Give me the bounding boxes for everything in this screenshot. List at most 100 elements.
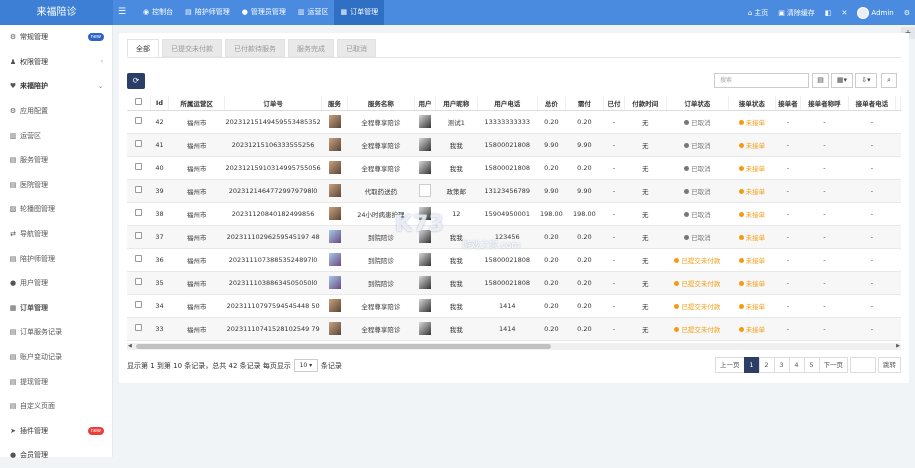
brand-logo[interactable]: 来福陪诊 [0,0,113,25]
service-thumbnail[interactable] [328,161,341,174]
row-checkbox-cell[interactable] [127,294,151,318]
topnav-item[interactable]: ▤ 陪护师管理 [179,0,236,25]
service-thumbnail[interactable] [328,299,341,312]
service-thumbnail[interactable] [328,184,341,197]
page-button[interactable]: 2 [758,357,775,373]
page-button[interactable]: 1 [743,357,760,373]
row-checkbox[interactable] [135,255,143,262]
sidebar-item[interactable]: ▤ 服务管理 [0,148,112,173]
row-checkbox-cell[interactable] [127,110,151,134]
jump-button[interactable]: 跳转 [878,357,901,373]
row-checkbox-cell[interactable] [127,225,151,249]
sidebar-item[interactable]: ▤ 医院管理 [0,173,112,198]
row-checkbox-cell[interactable] [127,133,151,157]
sidebar-item[interactable]: ▤ 自定义页面 [0,394,112,419]
advanced-search-button[interactable]: ⌕ [881,73,897,88]
sidebar-item[interactable]: ♥ 来福陪护 ⌄ [0,74,112,99]
sidebar-item[interactable]: ⚙ 常规管理 new [0,25,112,50]
language-button[interactable]: ◧ [820,9,837,17]
page-button[interactable]: 5 [803,357,820,373]
row-checkbox[interactable] [135,117,143,124]
accept-status-label: 未接单 [745,325,766,334]
page-size-select[interactable]: 10 ▾ [293,359,318,372]
settings-button[interactable]: ⚙ [899,9,915,17]
menu-toggle-icon[interactable]: ☰ [118,7,128,17]
service-thumbnail[interactable] [328,230,341,243]
row-checkbox-cell[interactable] [127,202,151,226]
row-checkbox[interactable] [135,232,143,239]
table-row[interactable]: 42 福州市 20231215149459553485352 全程尊享陪诊 测试… [127,110,901,134]
topnav-item[interactable]: ◉ 控制台 [137,0,179,25]
fullscreen-button[interactable]: ✕ [837,9,853,17]
refresh-button[interactable]: ⟳ [127,73,145,89]
column-header: 付款时间 [624,96,667,111]
sidebar-item[interactable]: ▤ 订单服务记录 [0,320,112,345]
row-checkbox[interactable] [135,186,143,193]
jump-page-input[interactable] [850,357,876,373]
sidebar-item[interactable]: ● 用户管理 [0,271,112,296]
table-row[interactable]: 34 福州市 20231110797594545448 50 全程尊享陪诊 我我… [127,294,901,318]
row-checkbox-cell[interactable] [127,156,151,180]
row-checkbox[interactable] [135,324,143,331]
sidebar-item[interactable]: ⇄ 导航管理 [0,222,112,247]
scroll-right-icon[interactable]: ▶ [896,343,900,349]
table-row[interactable]: 41 福州市 20231215106333555256 全程尊享陪诊 我我 15… [127,133,901,157]
admin-menu[interactable]: Admin [852,6,898,19]
table-row[interactable]: 36 福州市 20231110738853524897l0 到院陪诊 我我 15… [127,248,901,272]
row-checkbox[interactable] [135,140,143,147]
cell-taker-phone: - [848,317,896,341]
sidebar-item[interactable]: ▦ 订单管理 [0,296,112,321]
service-thumbnail[interactable] [328,322,341,335]
row-checkbox-cell[interactable] [127,271,151,295]
topnav-item[interactable]: ▦ 订单管理 [334,0,385,25]
export-button[interactable]: ⇩▾ [855,73,877,88]
service-thumbnail[interactable] [328,253,341,266]
row-checkbox-cell[interactable] [127,179,151,203]
sidebar-item[interactable]: ▤ 陪护师管理 [0,246,112,271]
sidebar-item[interactable]: ▨ 轮播图管理 [0,197,112,222]
status-tab[interactable]: 服务完成 [288,39,334,57]
sidebar-item[interactable]: ♟ 权限管理 ‹ [0,50,112,75]
scroll-thumb[interactable] [136,344,551,349]
status-tab[interactable]: 已取消 [337,39,376,57]
sidebar-item[interactable]: ▤ 提现管理 [0,369,112,394]
service-thumbnail[interactable] [328,138,341,151]
next-page-button[interactable]: 下一页 [818,357,848,373]
topnav-item[interactable]: ▥ 运营区 [292,0,335,25]
scroll-left-icon[interactable]: ◀ [128,343,132,349]
row-checkbox[interactable] [135,163,143,170]
topnav-item[interactable]: ● 管理员管理 [236,0,292,25]
table-row[interactable]: 33 福州市 20231110741528102549 79 全程尊享陪诊 我我… [127,317,901,341]
sidebar-item[interactable]: ➤ 插件管理 new [0,419,112,444]
page-button[interactable]: 3 [773,357,790,373]
service-thumbnail[interactable] [328,115,341,128]
column-header[interactable] [127,96,151,111]
table-row[interactable]: 38 福州市 20231120840182499856 24小时病患护理 12 … [127,202,901,226]
clear-cache-button[interactable]: ▣ 清除缓存 [773,8,820,18]
table-row[interactable]: 40 福州市 20231215910314995755056 全程尊享陪诊 我我… [127,156,901,180]
row-checkbox[interactable] [135,278,143,285]
table-row[interactable]: 39 福州市 20231214647729979798l0 代取药送药 政策邮 … [127,179,901,203]
table-row[interactable]: 35 福州市 20231110388634505050l0 到院陪诊 我我 15… [127,271,901,295]
row-checkbox-cell[interactable] [127,317,151,341]
sidebar-item[interactable]: ▥ 运营区 [0,123,112,148]
home-link[interactable]: ⌂ 主页 [743,8,773,18]
status-tab[interactable]: 已提交未付款 [162,39,222,57]
sidebar-item[interactable]: ▤ 账户变动记录 [0,345,112,370]
prev-page-button[interactable]: 上一页 [715,357,745,373]
horizontal-scrollbar[interactable]: ◀ ▶ [127,343,901,350]
status-tab[interactable]: 已付款待服务 [225,39,285,57]
service-thumbnail[interactable] [328,207,341,220]
sidebar-item[interactable]: ⚙ 应用配置 [0,99,112,124]
row-checkbox-cell[interactable] [127,248,151,272]
page-button[interactable]: 4 [788,357,805,373]
status-tab[interactable]: 全部 [127,39,159,57]
search-input[interactable]: 搜索 [714,73,809,88]
select-all-checkbox[interactable] [134,98,142,106]
columns-button[interactable]: ▦▾ [831,73,853,88]
row-checkbox[interactable] [135,301,143,308]
toggle-view-button[interactable]: ▤ [812,73,829,88]
service-thumbnail[interactable] [328,276,341,289]
sidebar-item[interactable]: ● 会员管理 [0,443,112,468]
row-checkbox[interactable] [135,209,143,216]
